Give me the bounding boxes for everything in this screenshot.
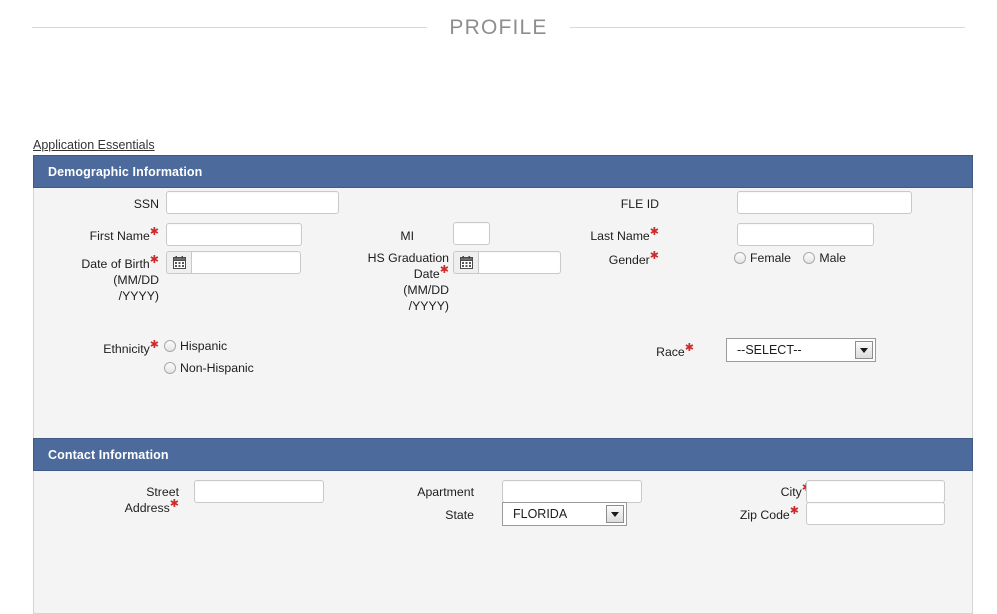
label-gender: Gender✱ bbox=[608, 249, 659, 267]
label-mi: MI bbox=[400, 229, 414, 243]
input-apartment[interactable] bbox=[502, 480, 642, 503]
required-marker-gender: ✱ bbox=[649, 249, 659, 262]
datepicker-date-of-birth bbox=[166, 251, 301, 274]
input-zip-code[interactable] bbox=[806, 502, 945, 525]
input-street-address[interactable] bbox=[194, 480, 324, 503]
required-marker-race: ✱ bbox=[684, 341, 694, 354]
input-last-name[interactable] bbox=[737, 223, 874, 246]
input-date-of-birth[interactable] bbox=[191, 251, 301, 274]
breadcrumb-link-application-essentials[interactable]: Application Essentials bbox=[33, 138, 155, 152]
label-zip-code: Zip Code✱ bbox=[739, 504, 799, 522]
label-hs-graduation-format-1: (MM/DD bbox=[403, 283, 449, 297]
input-first-name[interactable] bbox=[166, 223, 302, 246]
panel-body-demographic: SSN FLE ID First Name✱ MI Last Name✱ Dat… bbox=[34, 188, 972, 444]
label-state: State bbox=[445, 508, 474, 522]
panel-demographic-information: Demographic Information SSN FLE ID First… bbox=[33, 155, 973, 445]
label-date-of-birth-format-2: /YYYY) bbox=[118, 289, 159, 303]
input-ssn[interactable] bbox=[166, 191, 339, 214]
chevron-down-icon-state[interactable] bbox=[606, 505, 624, 523]
calendar-icon-date-of-birth[interactable] bbox=[166, 251, 191, 274]
panel-header-demographic: Demographic Information bbox=[33, 155, 973, 188]
radio-circle-male[interactable] bbox=[803, 252, 816, 264]
panel-body-contact: Street Address✱ Apartment City✱ State FL… bbox=[34, 471, 972, 613]
label-race: Race✱ bbox=[656, 341, 694, 359]
radio-group-ethnicity: Hispanic Non-Hispanic bbox=[164, 339, 263, 383]
radio-option-ethnicity-non-hispanic[interactable]: Non-Hispanic bbox=[164, 361, 254, 375]
radio-label-non-hispanic[interactable]: Non-Hispanic bbox=[180, 361, 254, 375]
select-state-value: FLORIDA bbox=[513, 507, 568, 521]
select-race-value: --SELECT-- bbox=[737, 343, 802, 357]
label-date-of-birth: Date of Birth✱ (MM/DD /YYYY) bbox=[44, 253, 159, 304]
required-marker-first-name: ✱ bbox=[149, 225, 159, 238]
radio-label-hispanic[interactable]: Hispanic bbox=[180, 339, 227, 353]
radio-label-female[interactable]: Female bbox=[750, 251, 791, 265]
label-ethnicity: Ethnicity✱ bbox=[103, 338, 159, 356]
label-city: City✱ bbox=[706, 482, 811, 500]
radio-circle-female[interactable] bbox=[734, 252, 746, 264]
label-fle-id: FLE ID bbox=[620, 197, 659, 211]
radio-option-gender-female[interactable]: Female bbox=[734, 251, 791, 265]
radio-circle-non-hispanic[interactable] bbox=[164, 362, 176, 374]
required-marker-last-name: ✱ bbox=[649, 225, 659, 238]
calendar-icon-hs-graduation-date[interactable] bbox=[453, 251, 478, 274]
label-last-name: Last Name✱ bbox=[590, 225, 659, 243]
radio-group-gender: Female Male bbox=[734, 251, 855, 267]
label-first-name: First Name✱ bbox=[89, 225, 159, 243]
required-marker-zip-code: ✱ bbox=[789, 504, 799, 517]
title-rule-left bbox=[32, 26, 428, 28]
label-ssn: SSN bbox=[133, 197, 159, 211]
label-street-address: Street Address✱ bbox=[74, 484, 179, 516]
panel-header-contact: Contact Information bbox=[33, 438, 973, 471]
required-marker-street-address: ✱ bbox=[169, 497, 179, 510]
label-hs-graduation-line-1: HS Graduation bbox=[367, 251, 449, 265]
title-rule-right bbox=[569, 26, 966, 28]
required-marker-ethnicity: ✱ bbox=[149, 338, 159, 351]
input-hs-graduation-date[interactable] bbox=[478, 251, 561, 274]
radio-label-male[interactable]: Male bbox=[819, 251, 846, 265]
input-fle-id[interactable] bbox=[737, 191, 912, 214]
required-marker-date-of-birth: ✱ bbox=[149, 253, 159, 266]
radio-option-ethnicity-hispanic[interactable]: Hispanic bbox=[164, 339, 254, 353]
panel-contact-information: Contact Information Street Address✱ Apar… bbox=[33, 438, 973, 614]
chevron-down-icon-race[interactable] bbox=[855, 341, 873, 359]
label-apartment: Apartment bbox=[417, 485, 474, 499]
page-title: PROFILE bbox=[449, 15, 548, 39]
page-title-bar: PROFILE bbox=[0, 0, 997, 42]
datepicker-hs-graduation-date bbox=[453, 251, 561, 274]
input-city[interactable] bbox=[806, 480, 945, 503]
label-street-line-2: Address✱ bbox=[124, 497, 179, 515]
label-hs-graduation-date: HS Graduation Date✱ (MM/DD /YYYY) bbox=[324, 250, 449, 314]
radio-option-gender-male[interactable]: Male bbox=[803, 251, 846, 265]
radio-circle-hispanic[interactable] bbox=[164, 340, 176, 352]
label-hs-graduation-format-2: /YYYY) bbox=[408, 299, 449, 313]
select-race[interactable]: --SELECT-- bbox=[726, 338, 876, 362]
label-hs-graduation-line-2: Date✱ bbox=[413, 263, 449, 281]
label-street-line-1: Street bbox=[146, 485, 179, 499]
required-marker-hs-graduation-date: ✱ bbox=[439, 263, 449, 276]
select-state[interactable]: FLORIDA bbox=[502, 502, 627, 526]
label-date-of-birth-format-1: (MM/DD bbox=[113, 273, 159, 287]
breadcrumb: Application Essentials bbox=[33, 138, 155, 152]
input-mi[interactable] bbox=[453, 222, 490, 245]
